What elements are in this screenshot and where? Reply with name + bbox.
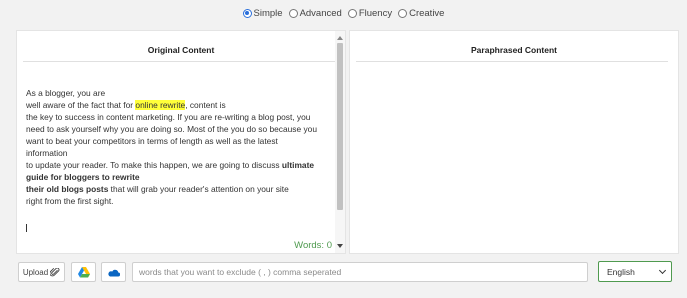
scroll-up-arrow-icon[interactable]	[337, 36, 343, 40]
text-run: information	[26, 148, 68, 158]
language-selected: English	[607, 266, 635, 277]
mode-fluency-label: Fluency	[358, 7, 393, 19]
mode-advanced-radio[interactable]	[288, 8, 298, 18]
mode-advanced-label: Advanced	[299, 7, 342, 19]
divider	[356, 61, 668, 62]
original-text-line: need to ask yourself why you are doing s…	[26, 123, 332, 135]
mode-advanced[interactable]: Advanced	[288, 7, 342, 19]
scroll-thumb[interactable]	[337, 43, 343, 210]
text-run: need to ask yourself why you are doing s…	[26, 124, 317, 134]
paraphrased-content-title: Paraphrased Content	[471, 45, 557, 55]
original-text-line: well aware of the fact that for online r…	[26, 99, 332, 111]
bold-phrase: ultimate	[281, 160, 315, 170]
original-text-area[interactable]: As a blogger, you are well aware of the f…	[26, 87, 332, 207]
original-text-line: to update your reader. To make this happ…	[26, 159, 332, 171]
mode-fluency[interactable]: Fluency	[347, 7, 393, 19]
paperclip-icon	[50, 267, 60, 276]
mode-simple-radio[interactable]	[242, 8, 252, 18]
exclude-words-input[interactable]	[132, 262, 588, 282]
google-drive-icon	[77, 266, 90, 277]
scroll-down-arrow-icon[interactable]	[337, 244, 343, 248]
original-content-panel: Original Content As a blogger, you are we…	[16, 30, 346, 254]
text-run: the key to success in content marketing.…	[26, 112, 311, 122]
onedrive-cloud-icon	[108, 269, 120, 277]
mode-creative-label: Creative	[409, 7, 445, 19]
onedrive-button[interactable]	[101, 262, 126, 282]
word-count: Words: 0	[294, 240, 332, 251]
paraphrased-content-panel: Paraphrased Content	[349, 30, 679, 254]
mode-simple-label: Simple	[253, 7, 283, 19]
original-text-line: the key to success in content marketing.…	[26, 111, 332, 123]
text-run: want to beat your competitors in terms o…	[26, 136, 278, 146]
text-run: , content is	[185, 100, 226, 110]
original-scrollbar[interactable]	[335, 31, 345, 253]
mode-creative[interactable]: Creative	[398, 8, 444, 19]
mode-selector: Simple Advanced Fluency Creative	[0, 6, 687, 20]
upload-label: Upload	[22, 267, 49, 277]
original-text-line: guide for bloggers to rewrite	[26, 171, 332, 183]
bold-phrase: their old blogs posts	[26, 184, 109, 194]
highlighted-phrase: online rewrite	[135, 100, 186, 110]
chevron-down-icon	[658, 266, 667, 275]
upload-button[interactable]: Upload	[18, 262, 65, 282]
mode-fluency-radio[interactable]	[347, 8, 357, 18]
mode-simple[interactable]: Simple	[242, 7, 283, 19]
text-run: well aware of the fact that for	[26, 100, 136, 110]
divider	[23, 61, 335, 62]
original-text-line: their old blogs posts that will grab you…	[26, 183, 332, 195]
original-text-line: right from the first sight.	[26, 195, 332, 207]
original-text-line: As a blogger, you are	[26, 87, 332, 99]
google-drive-button[interactable]	[71, 262, 96, 282]
text-run: to update your reader. To make this happ…	[26, 160, 282, 170]
text-run: that will grab your reader's attention o…	[108, 184, 289, 194]
original-text-line: want to beat your competitors in terms o…	[26, 135, 332, 147]
mode-creative-radio[interactable]	[398, 8, 408, 18]
text-caret	[26, 224, 27, 232]
language-select[interactable]: English	[598, 261, 672, 282]
original-text-line: information	[26, 147, 332, 159]
text-run: right from the first sight.	[26, 196, 114, 206]
text-run: As a blogger, you are	[26, 88, 106, 98]
original-content-title: Original Content	[147, 45, 215, 55]
bold-phrase: guide for bloggers to rewrite	[26, 172, 140, 182]
